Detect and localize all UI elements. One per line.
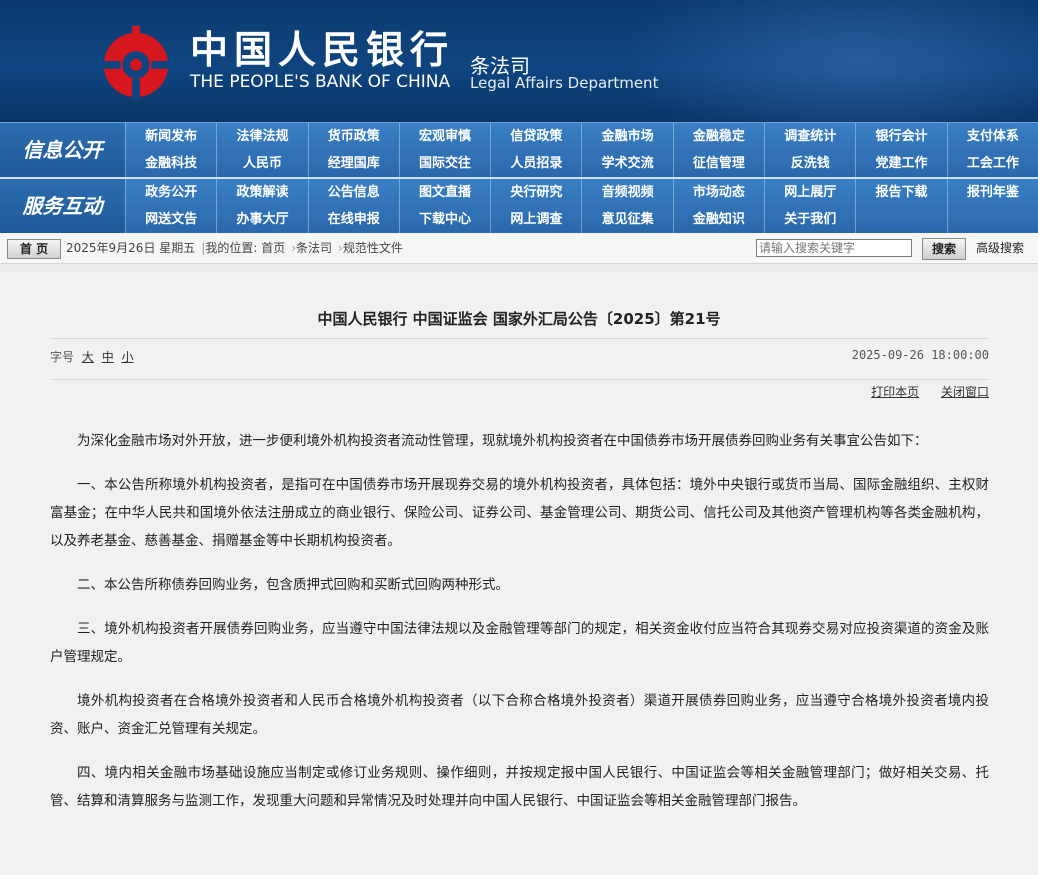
article-container: 中国人民银行 中国证监会 国家外汇局公告〔2025〕第21号 字号 大 中 小 … [0, 264, 1038, 870]
nav-item[interactable]: 金融科技 [125, 150, 216, 177]
nav-item[interactable]: 人民币 [216, 150, 307, 177]
info-nav-row-1: 新闻发布 法律法规 货币政策 宏观审慎 信贷政策 金融市场 金融稳定 调查统计 银行会计 支付体系 [125, 123, 1038, 150]
info-nav-row-2: 金融科技 人民币 经理国库 国际交往 人员招录 学术交流 征信管理 反洗钱 党建工作 工会工作 [125, 150, 1038, 177]
bank-name-cn: 中国人民银行 [190, 27, 455, 72]
home-button[interactable]: 首 页 [7, 239, 61, 259]
nav-item[interactable]: 央行研究 [490, 179, 581, 206]
nav-item-empty [946, 206, 1038, 233]
page-title: 中国人民银行 中国证监会 国家外汇局公告〔2025〕第21号 [317, 310, 721, 328]
article-meta: 字号 大 中 小 2025-09-26 18:00:00 [50, 338, 989, 380]
publish-datetime: 2025-09-26 18:00:00 [851, 348, 989, 362]
breadcrumb-current[interactable]: 规范性文件 [343, 241, 403, 255]
breadcrumb: 2025年9月26日 星期五 |我的位置: 首页 ›条法司 ›规范性文件 [66, 233, 403, 263]
nav-item[interactable]: 货币政策 [307, 123, 399, 150]
bank-name-en: THE PEOPLE'S BANK OF CHINA [190, 72, 451, 92]
location-label: 我的位置: [205, 241, 258, 255]
site-header: 中国人民银行 THE PEOPLE'S BANK OF CHINA 条法司 Le… [0, 0, 1038, 122]
service-nav-label: 服务互动 [0, 179, 125, 233]
nav-item[interactable]: 关于我们 [764, 206, 855, 233]
nav-item[interactable]: 信贷政策 [490, 123, 581, 150]
breadcrumb-home-link[interactable]: 首页 [261, 241, 285, 255]
search-input[interactable] [756, 239, 912, 257]
nav-item[interactable]: 经理国库 [307, 150, 399, 177]
current-date: 2025年9月26日 星期五 [66, 241, 196, 255]
service-nav-band: 服务互动 政务公开 政策解读 公告信息 图文直播 央行研究 音频视频 市场动态 网上展厅 报告下… [0, 177, 1038, 233]
font-size-medium-link[interactable]: 中 [102, 350, 114, 364]
article-paragraph: 一、本公告所称境外机构投资者，是指可在中国债券市场开展现券交易的境外机构投资者，… [50, 477, 989, 549]
nav-item[interactable]: 在线申报 [307, 206, 399, 233]
nav-item[interactable]: 人员招录 [490, 150, 581, 177]
nav-item[interactable]: 征信管理 [672, 150, 764, 177]
font-size-label: 字号 [50, 350, 75, 364]
nav-item[interactable]: 报告下载 [855, 179, 946, 206]
nav-item[interactable]: 反洗钱 [764, 150, 855, 177]
nav-item[interactable]: 网上调查 [490, 206, 581, 233]
breadcrumb-bar: 首 页 2025年9月26日 星期五|我的位置: 首页›条法司›规范性文件 搜索… [0, 233, 1038, 264]
article-paragraph: 二、本公告所称债券回购业务，包含质押式回购和买断式回购两种形式。 [77, 577, 509, 593]
font-size-large-link[interactable]: 大 [82, 350, 94, 364]
nav-item[interactable]: 调查统计 [764, 123, 855, 150]
nav-item[interactable]: 网上展厅 [764, 179, 855, 206]
nav-item[interactable]: 网送文告 [125, 206, 216, 233]
nav-item[interactable]: 报刊年鉴 [946, 179, 1038, 206]
nav-item-empty [855, 206, 946, 233]
close-window-link[interactable]: 关闭窗口 [941, 385, 989, 399]
print-page-link[interactable]: 打印本页 [871, 385, 919, 399]
search-button[interactable]: 搜索 [922, 238, 966, 260]
nav-item[interactable]: 学术交流 [581, 150, 672, 177]
article-body: 为深化金融市场对外开放，进一步便利境外机构投资者流动性管理，现就境外机构投资者在… [50, 427, 989, 831]
nav-item[interactable]: 公告信息 [307, 179, 399, 206]
service-nav-row-1: 政务公开 政策解读 公告信息 图文直播 央行研究 音频视频 市场动态 网上展厅 报告下载 报刊年鉴 [125, 179, 1038, 206]
advanced-search-link[interactable]: 高级搜索 [976, 233, 1024, 263]
pboc-logo-icon[interactable] [97, 22, 175, 100]
nav-item[interactable]: 意见征集 [581, 206, 672, 233]
article-actions: 打印本页 关闭窗口 [853, 383, 989, 400]
nav-item[interactable]: 工会工作 [946, 150, 1038, 177]
nav-item[interactable]: 金融稳定 [672, 123, 764, 150]
font-size-small-link[interactable]: 小 [122, 350, 134, 364]
article-paragraph: 三、境外机构投资者开展债券回购业务，应当遵守中国法律法规以及金融管理等部门的规定… [50, 621, 989, 665]
nav-item[interactable]: 市场动态 [672, 179, 764, 206]
font-size-control: 字号 大 中 小 [50, 348, 134, 365]
info-nav-label: 信息公开 [0, 123, 125, 177]
nav-item[interactable]: 支付体系 [946, 123, 1038, 150]
nav-item[interactable]: 下载中心 [398, 206, 490, 233]
nav-item[interactable]: 法律法规 [216, 123, 307, 150]
article-paragraph: 为深化金融市场对外开放，进一步便利境外机构投资者流动性管理，现就境外机构投资者在… [77, 433, 928, 449]
header-glow [618, 0, 1038, 122]
nav-item[interactable]: 银行会计 [855, 123, 946, 150]
info-nav-band: 信息公开 新闻发布 法律法规 货币政策 宏观审慎 信贷政策 金融市场 金融稳定 调查统计 银行会… [0, 122, 1038, 177]
nav-item[interactable]: 党建工作 [855, 150, 946, 177]
article-paragraph: 四、境内相关金融市场基础设施应当制定或修订业务规则、操作细则，并按规定报中国人民… [50, 765, 989, 809]
nav-item[interactable]: 办事大厅 [216, 206, 307, 233]
breadcrumb-dept-link[interactable]: 条法司 [296, 241, 332, 255]
nav-item[interactable]: 图文直播 [398, 179, 490, 206]
service-nav-row-2: 网送文告 办事大厅 在线申报 下载中心 网上调查 意见征集 金融知识 关于我们 [125, 206, 1038, 233]
nav-item[interactable]: 国际交往 [398, 150, 490, 177]
nav-item[interactable]: 新闻发布 [125, 123, 216, 150]
nav-item[interactable]: 音频视频 [581, 179, 672, 206]
nav-item[interactable]: 宏观审慎 [398, 123, 490, 150]
nav-item[interactable]: 金融市场 [581, 123, 672, 150]
nav-item[interactable]: 金融知识 [672, 206, 764, 233]
nav-item[interactable]: 政务公开 [125, 179, 216, 206]
nav-item[interactable]: 政策解读 [216, 179, 307, 206]
department-name-en: Legal Affairs Department [470, 74, 659, 92]
article-paragraph: 境外机构投资者在合格境外投资者和人民币合格境外机构投资者（以下合称合格境外投资者… [50, 693, 989, 737]
